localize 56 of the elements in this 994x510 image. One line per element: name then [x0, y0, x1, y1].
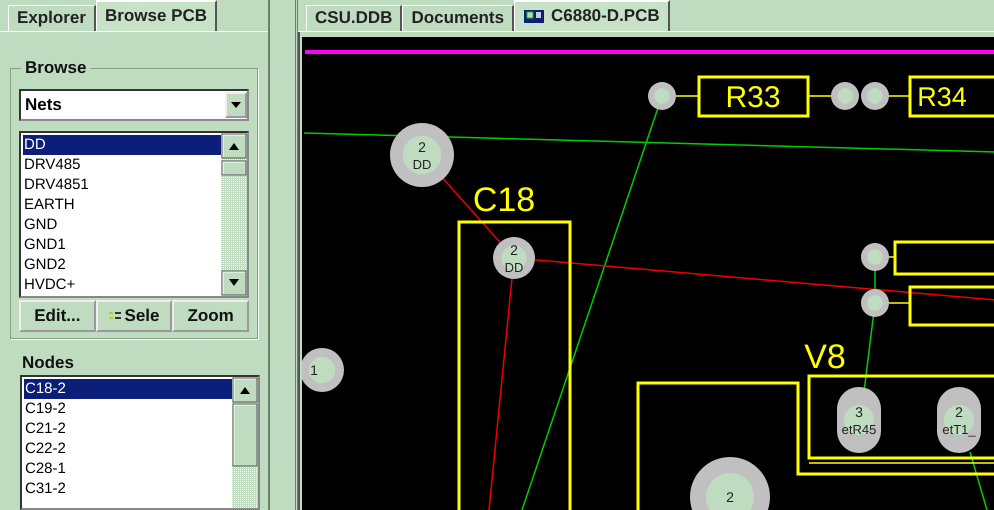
pad — [493, 237, 535, 279]
list-item[interactable]: DRV4851 — [23, 175, 221, 195]
pad — [861, 243, 889, 271]
list-item[interactable]: DD — [23, 135, 221, 155]
pad-number: 3 — [855, 404, 863, 420]
designator-label: V8 — [804, 338, 846, 376]
pad-number: 2 — [726, 489, 734, 505]
list-item[interactable]: GND2 — [23, 255, 221, 275]
net-label: DD — [412, 157, 432, 172]
toolbar-button[interactable]: Zoom — [172, 300, 250, 332]
list-item[interactable]: C28-1 — [24, 459, 232, 479]
lead-line — [889, 302, 910, 304]
document-tab[interactable]: CSU.DDB — [306, 5, 402, 31]
list-item[interactable]: GND — [23, 215, 221, 235]
list-item[interactable]: C22-2 — [24, 439, 232, 459]
toolbar-button[interactable]: Edit... — [19, 300, 96, 332]
dropdown-value: Nets — [24, 95, 63, 115]
net-label: DD — [504, 260, 524, 275]
pad — [831, 82, 859, 110]
designator-label: C18 — [472, 181, 536, 219]
pad-number: 2 — [418, 139, 426, 155]
list-item[interactable]: EARTH — [23, 195, 221, 215]
pad — [861, 289, 889, 317]
lead-line — [889, 95, 910, 97]
document-tab[interactable]: C6880-D.PCB — [514, 0, 670, 31]
panel-tab[interactable]: Browse PCB — [96, 0, 218, 31]
pad-number: 1 — [310, 362, 318, 378]
pad-number: 2 — [510, 242, 518, 258]
designator-label: R33 — [725, 81, 781, 114]
section-title: Nodes — [22, 353, 75, 373]
scrollbar[interactable] — [221, 133, 247, 296]
pad — [648, 82, 676, 110]
designator-label: R34 — [917, 82, 967, 112]
pad-number: 2 — [955, 404, 963, 420]
scrollbar[interactable] — [232, 377, 258, 508]
lead-line — [676, 95, 699, 97]
list-item[interactable]: HVDC+ — [23, 275, 221, 295]
pad — [861, 82, 889, 110]
circuit-board-icon — [523, 8, 546, 24]
document-tab[interactable]: Documents — [402, 5, 514, 31]
lead-line — [808, 95, 831, 97]
list-item[interactable]: C21-2 — [24, 419, 232, 439]
list-item[interactable]: DRV485 — [23, 155, 221, 175]
grid-icon — [108, 311, 121, 321]
list-item[interactable]: GND1 — [23, 235, 221, 255]
pad — [302, 348, 344, 392]
panel-tab[interactable]: Explorer — [8, 5, 96, 31]
list-item[interactable]: C18-2 — [24, 379, 232, 399]
pad — [390, 123, 454, 187]
net-type-dropdown[interactable]: Nets — [19, 89, 249, 121]
net-label: etT1_ — [942, 422, 976, 437]
list-item[interactable]: C31-2 — [24, 479, 232, 499]
track-line — [969, 452, 988, 510]
net-label: etR45 — [842, 422, 876, 437]
toolbar-button[interactable]: Sele — [96, 300, 172, 332]
list-item[interactable]: C19-2 — [24, 399, 232, 419]
